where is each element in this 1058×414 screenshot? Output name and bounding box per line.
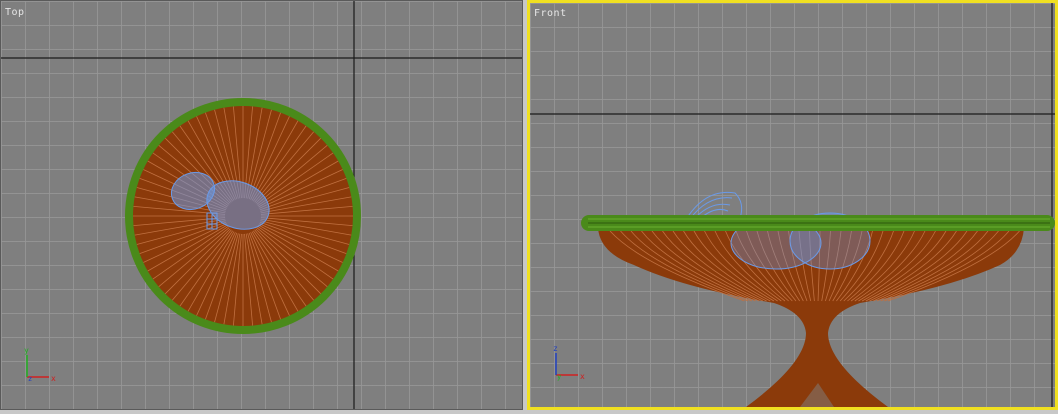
axis-label-z: z	[28, 375, 32, 383]
axis-label-x: x	[580, 372, 585, 381]
front-scene: x z y	[530, 3, 1055, 407]
axis-tripod-icon: x y z	[24, 346, 56, 383]
viewport-bottom-border	[0, 410, 1058, 414]
axis-tripod-icon: x z y	[553, 344, 585, 381]
axis-label-y: y	[24, 346, 29, 355]
axis-label-x: x	[51, 374, 56, 383]
top-scene: x y z	[1, 1, 522, 409]
bowl-rim-green-front	[581, 215, 1055, 231]
viewport-front[interactable]: Front x z y	[527, 0, 1058, 410]
axis-label-y: y	[557, 373, 561, 381]
axis-label-z: z	[553, 344, 558, 353]
viewport-top[interactable]: Top x y z	[0, 0, 523, 410]
